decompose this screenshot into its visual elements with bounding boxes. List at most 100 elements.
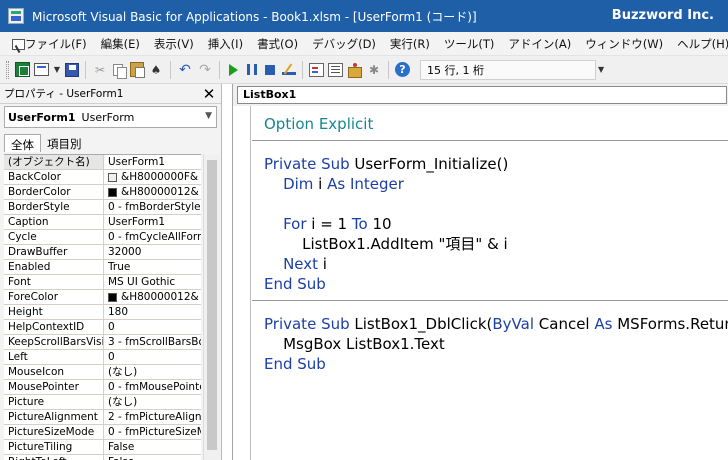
scrollbar-thumb[interactable]: [207, 160, 217, 450]
chevron-down-icon[interactable]: ▼: [205, 111, 212, 121]
property-value[interactable]: 2 - fmPictureAlignmentCenter: [104, 410, 201, 424]
property-value[interactable]: (なし): [104, 395, 201, 409]
tab-categorized[interactable]: 項目別: [41, 134, 88, 152]
insert-userform-icon[interactable]: [34, 63, 49, 76]
property-row[interactable]: MousePointer 0 - fmMousePointerDefault: [4, 380, 201, 395]
property-value[interactable]: MS UI Gothic: [104, 275, 201, 289]
menu-tools[interactable]: ツール(T): [437, 36, 502, 52]
run-icon[interactable]: [229, 63, 238, 76]
code-line[interactable]: End Sub: [264, 274, 326, 294]
help-icon[interactable]: ?: [395, 62, 410, 77]
property-value[interactable]: &H8000000F&: [104, 170, 201, 184]
title-bar: Microsoft Visual Basic for Applications …: [0, 0, 728, 32]
property-name: MousePointer: [4, 380, 104, 394]
code-editor[interactable]: Option Explicit Private Sub UserForm_Init…: [252, 106, 728, 460]
menu-debug[interactable]: デバッグ(D): [305, 36, 383, 52]
property-row[interactable]: Enabled True: [4, 260, 201, 275]
code-margin[interactable]: [233, 106, 251, 460]
code-token: As Integer: [327, 175, 404, 193]
toolbar-grip[interactable]: [6, 60, 9, 79]
property-value[interactable]: UserForm1: [104, 215, 201, 229]
save-icon[interactable]: [65, 62, 79, 77]
toolbar-options-icon[interactable]: ▼: [598, 60, 606, 80]
insert-dropdown-icon[interactable]: ▼: [53, 62, 61, 78]
brand-label: Buzzword Inc.: [611, 8, 714, 23]
property-row[interactable]: BorderColor &H80000012&: [4, 185, 201, 200]
property-value[interactable]: 0 - fmBorderStyleNone: [104, 200, 201, 214]
menu-run[interactable]: 実行(R): [383, 36, 437, 52]
copy-icon[interactable]: [112, 63, 127, 79]
property-value[interactable]: False: [104, 455, 201, 460]
code-line[interactable]: Next i: [264, 254, 327, 274]
find-icon[interactable]: ♠: [148, 62, 164, 78]
paste-icon[interactable]: [130, 62, 145, 78]
property-value[interactable]: 3 - fmScrollBarsBoth: [104, 335, 201, 349]
property-value[interactable]: &H80000012&: [104, 290, 201, 304]
property-value[interactable]: &H80000012&: [104, 185, 201, 199]
redo-icon[interactable]: ↷: [197, 62, 213, 78]
code-line[interactable]: MsgBox ListBox1.Text: [264, 334, 445, 354]
property-row[interactable]: Caption UserForm1: [4, 215, 201, 230]
property-value[interactable]: True: [104, 260, 201, 274]
property-row[interactable]: RightToLeft False: [4, 455, 201, 460]
design-mode-icon[interactable]: [281, 62, 296, 77]
menu-addins[interactable]: アドイン(A): [501, 36, 578, 52]
toolbox-icon[interactable]: ✱: [366, 62, 382, 78]
object-combo[interactable]: ListBox1: [237, 86, 727, 104]
property-row[interactable]: ForeColor &H80000012&: [4, 290, 201, 305]
menu-view[interactable]: 表示(V): [147, 36, 201, 52]
menu-file[interactable]: ファイル(F): [18, 36, 94, 52]
break-icon[interactable]: [247, 64, 257, 75]
code-token: i: [318, 175, 328, 193]
property-row[interactable]: PictureAlignment 2 - fmPictureAlignmentCe…: [4, 410, 201, 425]
menu-help[interactable]: ヘルプ(H): [670, 36, 728, 52]
property-value[interactable]: 0: [104, 320, 201, 334]
property-value[interactable]: 180: [104, 305, 201, 319]
menu-edit[interactable]: 編集(E): [94, 36, 147, 52]
property-value[interactable]: (なし): [104, 365, 201, 379]
code-line[interactable]: Dim i As Integer: [264, 174, 404, 194]
menu-format[interactable]: 書式(O): [250, 36, 305, 52]
property-value[interactable]: 0 - fmCycleAllForms: [104, 230, 201, 244]
close-icon[interactable]: ✕: [201, 86, 217, 102]
object-browser-icon[interactable]: [347, 62, 362, 78]
object-selector[interactable]: UserForm1 UserForm ▼: [4, 106, 217, 128]
property-row[interactable]: Height 180: [4, 305, 201, 320]
menu-window[interactable]: ウィンドウ(W): [578, 36, 670, 52]
property-value[interactable]: 0: [104, 350, 201, 364]
property-row[interactable]: Cycle 0 - fmCycleAllForms: [4, 230, 201, 245]
property-row[interactable]: BorderStyle 0 - fmBorderStyleNone: [4, 200, 201, 215]
property-value[interactable]: UserForm1: [104, 155, 201, 169]
property-row[interactable]: BackColor &H8000000F&: [4, 170, 201, 185]
view-excel-icon[interactable]: [15, 62, 30, 77]
reset-icon[interactable]: [265, 64, 275, 75]
undo-icon[interactable]: ↶: [177, 62, 193, 78]
property-row[interactable]: DrawBuffer 32000: [4, 245, 201, 260]
code-line[interactable]: End Sub: [264, 354, 326, 374]
project-explorer-icon[interactable]: [309, 62, 324, 77]
properties-window-icon[interactable]: [328, 62, 343, 77]
code-line[interactable]: Private Sub UserForm_Initialize(): [264, 154, 508, 174]
property-row[interactable]: MouseIcon (なし): [4, 365, 201, 380]
menu-insert[interactable]: 挿入(I): [201, 36, 250, 52]
property-value[interactable]: 0 - fmMousePointerDefault: [104, 380, 201, 394]
property-row[interactable]: Picture (なし): [4, 395, 201, 410]
property-row[interactable]: PictureTiling False: [4, 440, 201, 455]
property-row[interactable]: PictureSizeMode 0 - fmPictureSizeModeClip: [4, 425, 201, 440]
property-value[interactable]: 32000: [104, 245, 201, 259]
tab-alphabetic[interactable]: 全体: [4, 134, 41, 152]
vba-app-icon[interactable]: [8, 8, 24, 24]
property-row[interactable]: Left 0: [4, 350, 201, 365]
code-line[interactable]: Option Explicit: [264, 114, 373, 134]
property-row[interactable]: HelpContextID 0: [4, 320, 201, 335]
properties-scrollbar[interactable]: [203, 154, 220, 460]
property-row[interactable]: KeepScrollBarsVisible 3 - fmScrollBarsBot…: [4, 335, 201, 350]
property-value[interactable]: 0 - fmPictureSizeModeClip: [104, 425, 201, 439]
property-value[interactable]: False: [104, 440, 201, 454]
cut-icon[interactable]: ✂: [92, 62, 108, 78]
code-line[interactable]: ListBox1.AddItem "項目" & i: [264, 234, 508, 254]
property-row[interactable]: (オブジェクト名) UserForm1: [4, 155, 201, 170]
code-line[interactable]: For i = 1 To 10: [264, 214, 391, 234]
property-row[interactable]: Font MS UI Gothic: [4, 275, 201, 290]
code-line[interactable]: Private Sub ListBox1_DblClick(ByVal Canc…: [264, 314, 728, 334]
